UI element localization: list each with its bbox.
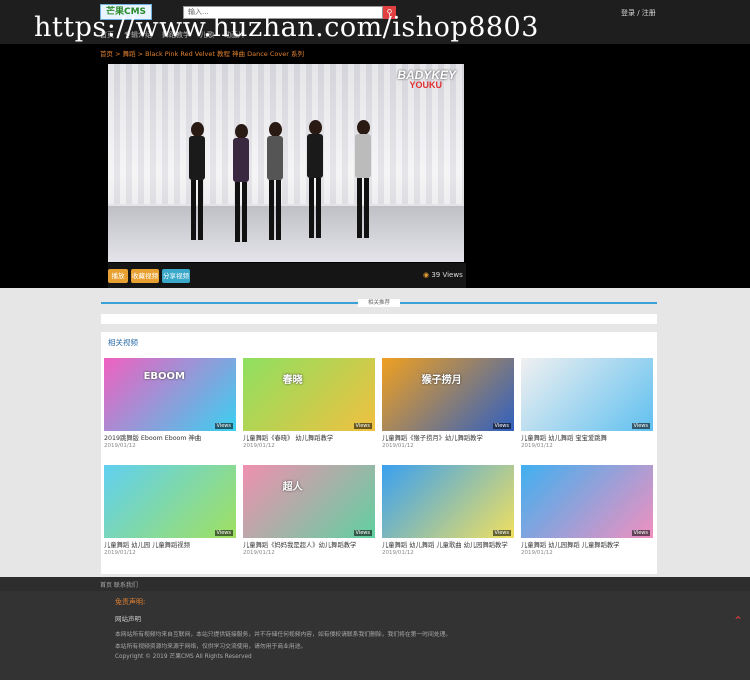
dancer-figure: [304, 120, 326, 240]
video-title[interactable]: 儿童舞蹈《妈妈我是超人》幼儿舞蹈教学: [243, 540, 375, 549]
video-card[interactable]: 超人 Views 儿童舞蹈《妈妈我是超人》幼儿舞蹈教学 2019/01/12: [243, 465, 375, 556]
thumbnail-overlay-text: 猴子捞月: [421, 375, 462, 387]
views-label: 39 Views: [431, 271, 463, 279]
back-to-top-icon[interactable]: ⌃: [733, 614, 743, 628]
video-card[interactable]: Views 儿童舞蹈 幼儿园舞蹈 儿童舞蹈教学 2019/01/12: [521, 465, 653, 556]
view-count: ◉ 39 Views: [423, 271, 463, 279]
thumbnail-views: Views: [631, 423, 650, 429]
thumbnail-views: Views: [214, 423, 233, 429]
share-button[interactable]: 分享视频: [162, 269, 190, 283]
video-card[interactable]: 猴子捞月 Views 儿童舞蹈《猴子捞月》幼儿舞蹈教学 2019/01/12: [382, 358, 514, 449]
video-title[interactable]: 2019跳舞版 Eboom Eboom 神曲: [104, 433, 236, 442]
video-date: 2019/01/12: [382, 443, 414, 449]
video-date: 2019/01/12: [382, 550, 414, 556]
thumbnail-views: Views: [214, 530, 233, 536]
video-thumbnail[interactable]: Views: [521, 358, 653, 431]
footer-disclaimer: 本网站所有视频均来自互联网，本站只提供链接服务，并不存储任何视频内容，如有侵权请…: [115, 632, 452, 638]
video-title[interactable]: 儿童舞蹈 幼儿舞蹈 宝宝爱跳舞: [521, 433, 653, 442]
thumbnail-views: Views: [492, 423, 511, 429]
video-thumbnail[interactable]: 超人 Views: [243, 465, 375, 538]
video-card[interactable]: 春晓 Views 儿童舞蹈《春晓》 幼儿舞蹈教学 2019/01/12: [243, 358, 375, 449]
dancer-figure: [186, 122, 208, 242]
login-link[interactable]: 登录 / 注册: [621, 8, 656, 18]
thumbnail-views: Views: [353, 423, 372, 429]
dancer-figure: [352, 120, 374, 240]
video-title[interactable]: 儿童舞蹈 幼儿舞蹈 儿童歌曲 幼儿园舞蹈教学: [382, 540, 514, 549]
dancer-figure: [230, 124, 252, 244]
dancer-figure: [264, 122, 286, 242]
footer-links[interactable]: 首页 联系我们: [100, 580, 138, 589]
video-thumbnail[interactable]: Views: [104, 465, 236, 538]
video-date: 2019/01/12: [521, 443, 553, 449]
favorite-button[interactable]: 收藏视频: [131, 269, 159, 283]
video-title[interactable]: 儿童舞蹈《春晓》 幼儿舞蹈教学: [243, 433, 375, 442]
video-title[interactable]: 儿童舞蹈 幼儿园 儿童舞蹈视频: [104, 540, 236, 549]
footer-subheading: 网站声明: [115, 615, 141, 623]
video-date: 2019/01/12: [243, 443, 275, 449]
footer-copyright: Copyright © 2019 芒果CMS All Rights Reserv…: [115, 654, 252, 660]
divider-label: 相关推荐: [358, 299, 400, 307]
thumbnail-overlay-text: 超人: [282, 482, 303, 494]
video-title[interactable]: 儿童舞蹈《猴子捞月》幼儿舞蹈教学: [382, 433, 514, 442]
thumbnail-views: Views: [353, 530, 372, 536]
video-player[interactable]: BADYKEY YOUKU: [108, 64, 464, 262]
video-title[interactable]: 儿童舞蹈 幼儿园舞蹈 儿童舞蹈教学: [521, 540, 653, 549]
video-thumbnail[interactable]: 春晓 Views: [243, 358, 375, 431]
video-thumbnail[interactable]: EBOOM Views: [104, 358, 236, 431]
video-thumbnail[interactable]: Views: [521, 465, 653, 538]
video-card[interactable]: Views 儿童舞蹈 幼儿舞蹈 儿童歌曲 幼儿园舞蹈教学 2019/01/12: [382, 465, 514, 556]
breadcrumb[interactable]: 首页 > 舞蹈 > Black Pink Red Velvet 教程 神曲 Da…: [100, 48, 304, 58]
watermark: https://www.huzhan.com/ishop8803: [34, 12, 539, 43]
thumbnail-overlay-text: 春晓: [282, 375, 303, 387]
channel-logo-sub: YOUKU: [409, 80, 442, 90]
eye-icon: ◉: [423, 271, 430, 279]
video-date: 2019/01/12: [104, 443, 136, 449]
video-thumbnail[interactable]: 猴子捞月 Views: [382, 358, 514, 431]
stage-floor: [108, 206, 464, 262]
video-card[interactable]: Views 儿童舞蹈 幼儿舞蹈 宝宝爱跳舞 2019/01/12: [521, 358, 653, 449]
blank-strip: [101, 314, 657, 324]
play-button[interactable]: 播放: [108, 269, 128, 283]
video-card[interactable]: Views 儿童舞蹈 幼儿园 儿童舞蹈视频 2019/01/12: [104, 465, 236, 556]
video-date: 2019/01/12: [104, 550, 136, 556]
video-date: 2019/01/12: [243, 550, 275, 556]
video-thumbnail[interactable]: Views: [382, 465, 514, 538]
thumbnail-views: Views: [631, 530, 650, 536]
footer-notice: 本站所有视频资源均来源于网络，仅供学习交流使用，请勿用于商业用途。: [115, 644, 307, 650]
video-date: 2019/01/12: [521, 550, 553, 556]
panel-title: 相关视频: [108, 338, 138, 347]
video-card[interactable]: EBOOM Views 2019跳舞版 Eboom Eboom 神曲 2019/01/…: [104, 358, 236, 449]
thumbnail-views: Views: [492, 530, 511, 536]
footer-heading: 免责声明:: [115, 598, 146, 606]
thumbnail-overlay-text: EBOOM: [143, 371, 185, 383]
